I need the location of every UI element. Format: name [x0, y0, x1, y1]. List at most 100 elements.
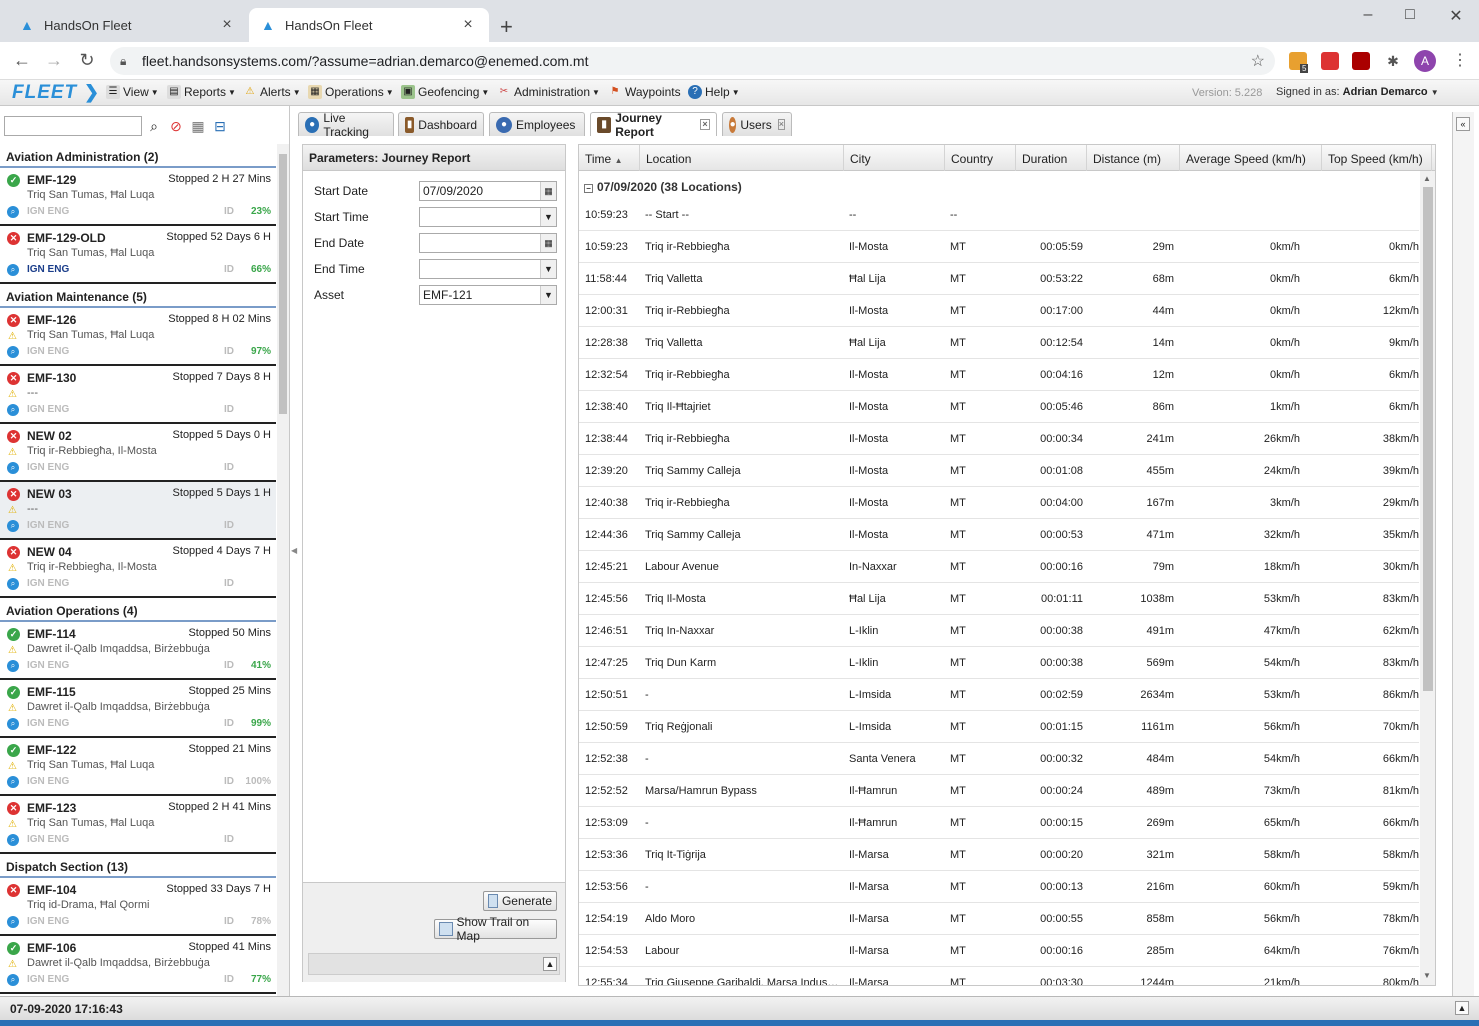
table-row[interactable]: 12:47:25 Triq Dun Karm L-Iklin MT 00:00:38 56… — [579, 647, 1419, 679]
back-icon[interactable]: ← — [10, 50, 34, 71]
scroll-up-icon[interactable]: ▲ — [1423, 174, 1431, 183]
generate-button[interactable]: Generate — [483, 891, 557, 911]
menu-geofencing[interactable]: ▣ Geofencing ▼ — [401, 85, 489, 99]
asset-item[interactable]: ✓ EMF-106 Stopped 41 Mins ⚠ Dawret il-Qalb I… — [0, 936, 276, 994]
tab-employees[interactable]: ● Employees — [489, 112, 585, 136]
menu-view[interactable]: ☰ View ▼ — [106, 85, 159, 99]
asset-item[interactable]: ✕ NEW 04 Stopped 4 Days 7 H ⚠ Triq ir-Rebbie… — [0, 540, 276, 598]
start-time-select[interactable]: ▼ — [419, 207, 557, 227]
close-window-icon[interactable]: ✕ — [1433, 6, 1479, 26]
grid-view-icon[interactable]: ▦ — [189, 117, 207, 135]
table-row[interactable]: 12:52:38 - Santa Venera MT 00:00:32 484m 54km/… — [579, 743, 1419, 775]
column-country[interactable]: Country — [945, 145, 1016, 171]
locate-icon[interactable]: ⌕ — [7, 776, 19, 788]
table-row[interactable]: 12:53:09 - Il-Ħamrun MT 00:00:15 269m 65km/h 66… — [579, 807, 1419, 839]
show-trail-button[interactable]: Show Trail on Map — [434, 915, 557, 943]
close-tab-icon[interactable]: × — [218, 16, 236, 34]
locate-icon[interactable]: ⌕ — [7, 462, 19, 474]
collapse-group-icon[interactable]: − — [584, 184, 593, 193]
search-icon[interactable]: ⌕ — [145, 117, 163, 135]
locate-icon[interactable]: ⌕ — [7, 206, 19, 218]
table-row[interactable]: 12:44:36 Triq Sammy Calleja Il-Mosta MT 00:0… — [579, 519, 1419, 551]
column-top-speed[interactable]: Top Speed (km/h) — [1322, 145, 1432, 171]
status-expand-icon[interactable]: ▲ — [1455, 1001, 1469, 1015]
calendar-icon[interactable]: ▦ — [540, 182, 556, 200]
tab-journey-report[interactable]: ▮ Journey Report × — [590, 111, 717, 139]
tab-live-tracking[interactable]: ● Live Tracking — [298, 111, 394, 139]
close-tab-icon[interactable]: × — [777, 119, 785, 130]
browser-tab-2[interactable]: ▲ HandsOn Fleet × — [249, 8, 489, 42]
menu-alerts[interactable]: ⚠ Alerts ▼ — [243, 85, 301, 99]
asset-item[interactable]: ✕ EMF-130 Stopped 7 Days 8 H ⚠ --- ⌕ IGN ENG ID — [0, 366, 276, 424]
table-row[interactable]: 12:52:52 Marsa/Hamrun Bypass Il-Ħamrun MT 00… — [579, 775, 1419, 807]
asset-item[interactable]: ✓ EMF-129 Stopped 2 H 27 Mins Triq San Tuma… — [0, 168, 276, 226]
calendar-icon[interactable]: ▦ — [540, 234, 556, 252]
column-location[interactable]: Location — [640, 145, 844, 171]
asset-group-header[interactable]: Aviation Administration (2) — [0, 144, 276, 168]
column-duration[interactable]: Duration — [1016, 145, 1087, 171]
chevron-down-icon[interactable]: ▼ — [540, 208, 556, 226]
tab-dashboard[interactable]: ▮ Dashboard — [398, 112, 484, 136]
puzzle-icon[interactable]: ✱ — [1384, 52, 1402, 70]
asset-select[interactable]: EMF-121 ▼ — [419, 285, 557, 305]
menu-operations[interactable]: ▦ Operations ▼ — [308, 85, 394, 99]
asset-item[interactable]: ✕ NEW 02 Stopped 5 Days 0 H ⚠ Triq ir-Rebbie… — [0, 424, 276, 482]
locate-icon[interactable]: ⌕ — [7, 346, 19, 358]
collapse-up-icon[interactable]: ▲ — [543, 957, 557, 971]
asset-item[interactable]: ✕ EMF-126 Stopped 8 H 02 Mins ⚠ Triq San Tum… — [0, 308, 276, 366]
start-date-field[interactable]: 07/09/2020 ▦ — [419, 181, 557, 201]
table-row[interactable]: 12:45:56 Triq Il-Mosta Ħal Lija MT 00:01:11 1… — [579, 583, 1419, 615]
locate-icon[interactable]: ⌕ — [7, 718, 19, 730]
asset-item[interactable]: ✕ EMF-123 Stopped 2 H 41 Mins ⚠ Triq San Tum… — [0, 796, 276, 854]
browser-tab-1[interactable]: ▲ HandsOn Fleet × — [8, 8, 248, 42]
column-time[interactable]: Time ▲ — [579, 145, 640, 171]
browser-menu-icon[interactable]: ⋮ — [1452, 50, 1468, 70]
signed-in-info[interactable]: Signed in as: Adrian Demarco ▼ — [1276, 86, 1439, 98]
asset-list-scrollbar[interactable] — [277, 144, 289, 996]
expand-panel-icon[interactable]: « — [1456, 117, 1470, 131]
column-average-speed[interactable]: Average Speed (km/h) — [1180, 145, 1322, 171]
table-row[interactable]: 12:28:38 Triq Valletta Ħal Lija MT 00:12:54 1… — [579, 327, 1419, 359]
table-row[interactable]: 12:53:56 - Il-Marsa MT 00:00:13 216m 60km/h 59k… — [579, 871, 1419, 903]
locate-icon[interactable]: ⌕ — [7, 404, 19, 416]
scroll-down-icon[interactable]: ▼ — [1423, 971, 1431, 980]
locate-icon[interactable]: ⌕ — [7, 974, 19, 986]
table-row[interactable]: 12:38:40 Triq Il-Ħtajriet Il-Mosta MT 00:05:… — [579, 391, 1419, 423]
asset-search-input[interactable] — [4, 116, 142, 136]
table-row[interactable]: 12:55:34 Triq Giuseppe Garibaldi, Marsa I… — [579, 967, 1419, 985]
close-tab-icon[interactable]: × — [459, 16, 477, 34]
locate-icon[interactable]: ⌕ — [7, 578, 19, 590]
grid-group-row[interactable]: −07/09/2020 (38 Locations) — [579, 171, 1419, 199]
avatar[interactable]: A — [1414, 50, 1436, 72]
extension-icon[interactable] — [1321, 52, 1339, 70]
asset-item[interactable]: ✕ EMF-129-OLD Stopped 52 Days 6 H Triq San … — [0, 226, 276, 284]
collapse-all-icon[interactable]: ⊟ — [211, 117, 229, 135]
table-row[interactable]: 11:58:44 Triq Valletta Ħal Lija MT 00:53:22 6… — [579, 263, 1419, 295]
locate-icon[interactable]: ⌕ — [7, 264, 19, 276]
splitter-collapse-icon[interactable]: ◀ — [291, 546, 297, 555]
menu-help[interactable]: ? Help ▼ — [688, 85, 740, 99]
column-city[interactable]: City — [844, 145, 945, 171]
table-row[interactable]: 10:59:23 -- Start -- -- -- — [579, 199, 1419, 231]
column-distance[interactable]: Distance (m) — [1087, 145, 1180, 171]
menu-reports[interactable]: ▤ Reports ▼ — [167, 85, 236, 99]
locate-icon[interactable]: ⌕ — [7, 834, 19, 846]
table-row[interactable]: 12:32:54 Triq ir-Rebbiegħa Il-Mosta MT 00:04… — [579, 359, 1419, 391]
asset-group-header[interactable]: Dispatch Section (13) — [0, 854, 276, 878]
table-row[interactable]: 12:53:36 Triq It-Tiġrija Il-Marsa MT 00:00:2… — [579, 839, 1419, 871]
table-row[interactable]: 10:59:23 Triq ir-Rebbiegħa Il-Mosta MT 00:05… — [579, 231, 1419, 263]
asset-group-header[interactable]: Aviation Operations (4) — [0, 598, 276, 622]
locate-icon[interactable]: ⌕ — [7, 660, 19, 672]
new-tab-button[interactable]: + — [500, 14, 513, 40]
asset-item[interactable]: ✕ EMF-104 Stopped 33 Days 7 H Triq id-Drama… — [0, 878, 276, 936]
close-tab-icon[interactable]: × — [700, 119, 711, 130]
locate-icon[interactable]: ⌕ — [7, 916, 19, 928]
end-date-field[interactable]: ▦ — [419, 233, 557, 253]
maximize-icon[interactable]: □ — [1387, 6, 1433, 24]
table-row[interactable]: 12:45:21 Labour Avenue In-Naxxar MT 00:00:16… — [579, 551, 1419, 583]
chevron-down-icon[interactable]: ▼ — [540, 260, 556, 278]
asset-group-header[interactable]: Aviation Maintenance (5) — [0, 284, 276, 308]
table-row[interactable]: 12:39:20 Triq Sammy Calleja Il-Mosta MT 00:0… — [579, 455, 1419, 487]
locate-icon[interactable]: ⌕ — [7, 520, 19, 532]
tab-users[interactable]: ● Users × — [722, 112, 792, 136]
